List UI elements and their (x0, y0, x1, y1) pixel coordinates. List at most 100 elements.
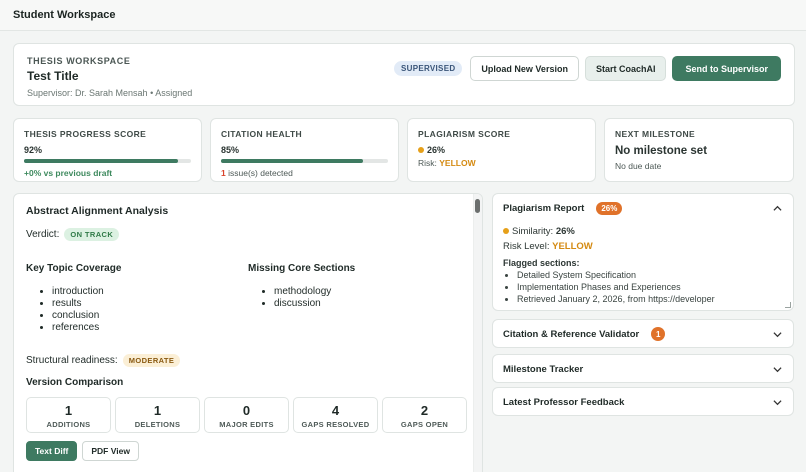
stat-label: GAPS RESOLVED (301, 420, 370, 429)
plagiarism-report-header[interactable]: Plagiarism Report 26% (493, 194, 793, 222)
risk-level-value: YELLOW (552, 241, 593, 252)
stat-label: DELETIONS (134, 420, 181, 429)
citation-health-bar (221, 159, 388, 163)
citation-health-label: CITATION HEALTH (221, 129, 303, 139)
citation-validator-accordion[interactable]: Citation & Reference Validator 1 (492, 319, 794, 348)
progress-score-bar (24, 159, 191, 163)
status-dot-icon (418, 147, 424, 153)
supervisor-line: Supervisor: Dr. Sarah Mensah • Assigned (27, 88, 781, 98)
coverage-columns: Key Topic Coverage introduction results … (26, 263, 470, 334)
milestone-tracker-accordion[interactable]: Milestone Tracker (492, 354, 794, 383)
resize-handle[interactable] (785, 302, 791, 308)
missing-core-sections: Missing Core Sections methodology discus… (248, 263, 470, 334)
plagiarism-report-body: Similarity: 26% Risk Level: YELLOW Flagg… (493, 222, 793, 305)
structural-readiness-label: Structural readiness: (26, 355, 118, 366)
milestone-tracker-title: Milestone Tracker (503, 363, 584, 375)
chevron-down-icon[interactable] (771, 396, 783, 408)
professor-feedback-accordion[interactable]: Latest Professor Feedback (492, 387, 794, 416)
plagiarism-score-value-row: 26% (418, 145, 585, 155)
list-item: discussion (274, 298, 470, 310)
progress-score-card: THESIS PROGRESS SCORE 92% +0% vs previou… (13, 118, 202, 182)
stat-value: 2 (420, 403, 429, 418)
key-topic-coverage: Key Topic Coverage introduction results … (26, 263, 248, 334)
plagiarism-risk-value: YELLOW (439, 158, 476, 168)
app-title: Student Workspace (13, 9, 116, 21)
plagiarism-report-badge: 26% (596, 201, 623, 215)
stat-label: ADDITIONS (46, 420, 91, 429)
list-item: methodology (274, 286, 470, 298)
similarity-value: 26% (555, 226, 575, 237)
stat-value: 4 (331, 403, 340, 418)
thesis-header-card: THESIS WORKSPACE Test Title Supervisor: … (13, 43, 795, 106)
plagiarism-score-label: PLAGIARISM SCORE (418, 129, 511, 139)
stat-label: MAJOR EDITS (219, 420, 274, 429)
verdict-badge: ON TRACK (64, 228, 120, 241)
tab-pdf-view[interactable]: PDF View (82, 441, 139, 461)
citation-validator-title: Citation & Reference Validator (503, 328, 640, 340)
tab-text-diff[interactable]: Text Diff (26, 441, 78, 461)
flagged-sections-list: Detailed System Specification Implementa… (503, 269, 783, 305)
structural-readiness-row: Structural readiness: MODERATE (26, 354, 470, 367)
plagiarism-report-panel: Plagiarism Report 26% Similarity: 26% Ri… (492, 193, 794, 311)
version-comparison-title: Version Comparison (26, 377, 124, 388)
stat-gaps-resolved: 4 GAPS RESOLVED (293, 397, 378, 433)
stat-value: 1 (153, 403, 162, 418)
status-dot-icon (503, 228, 509, 234)
header-actions: SUPERVISED Upload New Version Start Coac… (393, 56, 781, 81)
plagiarism-report-title: Plagiarism Report (503, 202, 585, 214)
version-stats: 1 ADDITIONS 1 DELETIONS 0 MAJOR EDITS 4 GAPS… (26, 397, 470, 433)
professor-feedback-title: Latest Professor Feedback (503, 396, 625, 408)
similarity-row: Similarity: 26% (503, 226, 783, 239)
chevron-up-icon[interactable] (771, 202, 783, 214)
verdict-row: Verdict: ON TRACK (26, 228, 470, 241)
progress-score-fill (24, 159, 178, 163)
list-item: Detailed System Specification (517, 269, 783, 281)
progress-delta: +0% vs previous draft (24, 168, 113, 178)
scrollbar-thumb[interactable] (475, 199, 480, 213)
flagged-sections-title: Flagged sections: (503, 258, 580, 268)
missing-list: methodology discussion (248, 286, 470, 310)
citation-health-fill (221, 159, 363, 163)
chevron-down-icon[interactable] (771, 363, 783, 375)
missing-core-sections-title: Missing Core Sections (248, 263, 356, 274)
stat-value: 0 (242, 403, 251, 418)
upload-version-button[interactable]: Upload New Version (470, 56, 579, 81)
citation-health-card: CITATION HEALTH 85% 1 issue(s) detected (210, 118, 399, 182)
chevron-down-icon[interactable] (771, 328, 783, 340)
plagiarism-score-value: 26% (427, 145, 446, 155)
list-item: results (52, 298, 248, 310)
citation-validator-header[interactable]: Citation & Reference Validator 1 (493, 320, 793, 348)
citation-issue-text: issue(s) detected (225, 168, 293, 178)
start-coachai-button[interactable]: Start CoachAI (584, 56, 667, 81)
risk-level-row: Risk Level: YELLOW (503, 241, 783, 254)
risk-level-label: Risk Level: (503, 241, 553, 252)
stat-value: 1 (64, 403, 73, 418)
app-header: Student Workspace (0, 0, 806, 31)
similarity-label: Similarity: (512, 226, 556, 237)
stat-label: GAPS OPEN (400, 420, 449, 429)
list-item: conclusion (52, 310, 248, 322)
key-topic-coverage-title: Key Topic Coverage (26, 263, 122, 274)
analysis-panel: Abstract Alignment Analysis Verdict: ON … (13, 193, 483, 472)
professor-feedback-header[interactable]: Latest Professor Feedback (493, 388, 793, 416)
plagiarism-score-card: PLAGIARISM SCORE 26% Risk: YELLOW (407, 118, 596, 182)
milestone-tracker-header[interactable]: Milestone Tracker (493, 355, 793, 383)
citation-issue-badge: 1 (651, 327, 666, 341)
supervisor-name: Supervisor: Dr. Sarah Mensah (27, 88, 148, 98)
citation-issues: 1 issue(s) detected (221, 168, 388, 178)
send-to-supervisor-button[interactable]: Send to Supervisor (672, 56, 781, 81)
stat-gaps-open: 2 GAPS OPEN (382, 397, 467, 433)
citation-health-value: 85% (221, 145, 240, 155)
supervised-badge: SUPERVISED (393, 61, 463, 76)
coverage-list: introduction results conclusion referenc… (26, 286, 248, 334)
plagiarism-risk: Risk: YELLOW (418, 158, 585, 168)
diff-view-tabs: Text Diff PDF View (26, 441, 470, 461)
analysis-scrollbar[interactable] (473, 194, 482, 472)
stat-major-edits: 0 MAJOR EDITS (204, 397, 289, 433)
list-item: Retrieved January 2, 2026, from https://… (517, 293, 783, 305)
assignment-status: Assigned (155, 88, 193, 98)
stat-deletions: 1 DELETIONS (115, 397, 200, 433)
next-milestone-card: NEXT MILESTONE No milestone set No due d… (604, 118, 794, 182)
next-milestone-label: NEXT MILESTONE (615, 129, 696, 139)
progress-score-label: THESIS PROGRESS SCORE (24, 129, 147, 139)
